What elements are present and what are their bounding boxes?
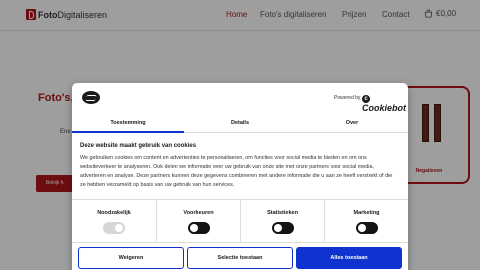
dialog-tabs: Toestemming Details Over: [72, 115, 408, 133]
pref-marketing: Marketing: [324, 200, 408, 242]
tab-toestemming[interactable]: Toestemming: [72, 115, 184, 133]
toggle-voorkeuren[interactable]: [188, 222, 210, 234]
toggle-noodzakelijk: [103, 222, 125, 234]
cookiebot-brand[interactable]: cCookiebot: [362, 92, 408, 113]
allow-selection-button[interactable]: Selectie toestaan: [187, 247, 293, 269]
toggle-statistieken[interactable]: [272, 222, 294, 234]
toggle-marketing[interactable]: [356, 222, 378, 234]
dialog-body: We gebruiken cookies om content en adver…: [80, 155, 393, 188]
cookiebot-logo-icon: [82, 91, 100, 104]
powered-by-label: Powered by: [334, 95, 361, 101]
tab-details[interactable]: Details: [184, 115, 296, 133]
pref-statistieken: Statistieken: [240, 200, 324, 242]
pref-label: Marketing: [353, 210, 380, 216]
cookiebot-c-icon: c: [362, 95, 370, 103]
tab-over[interactable]: Over: [296, 115, 408, 133]
pref-label: Voorkeuren: [183, 210, 214, 216]
pref-voorkeuren: Voorkeuren: [156, 200, 240, 242]
dialog-title: Deze website maakt gebruik van cookies: [80, 143, 197, 149]
cookie-consent-dialog: Powered by cCookiebot Toestemming Detail…: [72, 83, 408, 270]
cookie-preferences: Noodzakelijk Voorkeuren Statistieken Mar…: [72, 199, 408, 243]
reject-button[interactable]: Weigeren: [78, 247, 184, 269]
pref-noodzakelijk: Noodzakelijk: [72, 200, 156, 242]
pref-label: Noodzakelijk: [97, 210, 131, 216]
allow-all-button[interactable]: Alles toestaan: [296, 247, 402, 269]
pref-label: Statistieken: [267, 210, 298, 216]
